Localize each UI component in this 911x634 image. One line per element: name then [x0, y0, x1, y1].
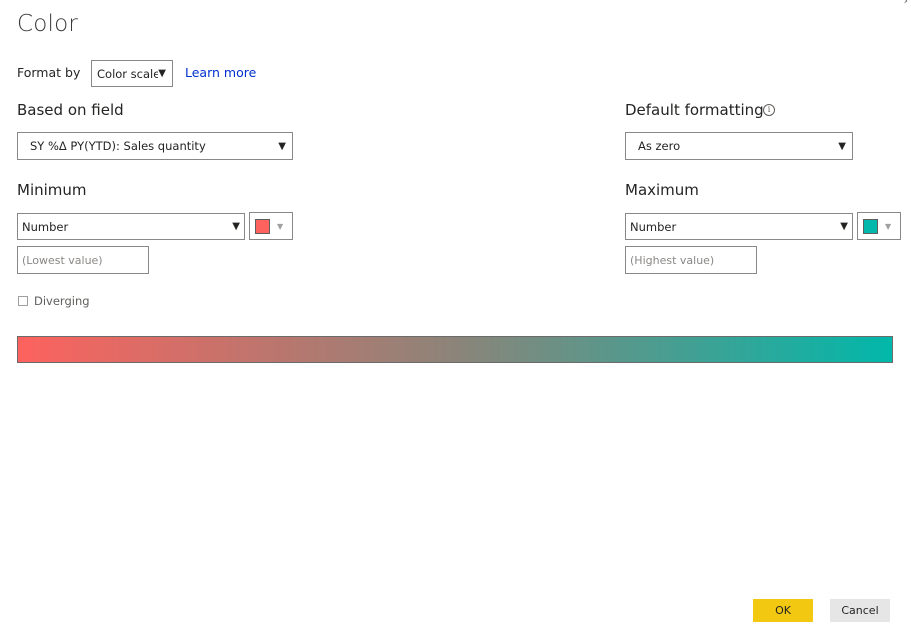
cancel-button[interactable]: Cancel	[830, 599, 890, 622]
chevron-down-icon: ▼	[885, 221, 892, 231]
dropdown-caret-icon: ▼	[158, 68, 166, 79]
dialog-title: Color	[17, 11, 79, 37]
chevron-right-icon[interactable]: ›	[904, 0, 908, 7]
color-scale-preview	[17, 336, 893, 363]
default-formatting-label: Default formatting	[625, 101, 764, 119]
maximum-type-value: Number	[630, 219, 677, 234]
based-on-field-value: SY %Δ PY(YTD): Sales quantity	[30, 139, 206, 153]
based-on-field-select[interactable]: SY %Δ PY(YTD): Sales quantity ▼	[17, 132, 293, 160]
chevron-down-icon: ▼	[277, 221, 284, 231]
maximum-color-picker[interactable]: ▼	[857, 212, 901, 240]
dropdown-caret-icon: ▼	[232, 221, 240, 232]
minimum-color-swatch	[255, 218, 270, 234]
info-icon[interactable]: i	[763, 104, 775, 116]
dropdown-caret-icon: ▼	[840, 221, 848, 232]
minimum-type-value: Number	[22, 219, 69, 234]
format-by-select[interactable]: Color scale ▼	[91, 60, 173, 87]
ok-button[interactable]: OK	[753, 599, 813, 622]
default-formatting-value: As zero	[638, 139, 681, 153]
default-formatting-select[interactable]: As zero ▼	[625, 132, 853, 160]
minimum-type-select[interactable]: Number ▼	[17, 213, 245, 240]
dropdown-caret-icon: ▼	[278, 140, 286, 152]
format-by-value: Color scale	[97, 66, 159, 81]
maximum-label: Maximum	[625, 181, 699, 199]
maximum-type-select[interactable]: Number ▼	[625, 213, 853, 240]
based-on-field-label: Based on field	[17, 101, 124, 119]
format-by-label: Format by	[17, 65, 81, 80]
maximum-value-input[interactable]: (Highest value)	[625, 246, 757, 274]
minimum-color-picker[interactable]: ▼	[249, 212, 293, 240]
maximum-color-swatch	[863, 218, 878, 234]
minimum-value-input[interactable]: (Lowest value)	[17, 246, 149, 274]
learn-more-link[interactable]: Learn more	[185, 65, 256, 80]
diverging-label: Diverging	[34, 294, 90, 308]
diverging-checkbox[interactable]	[18, 296, 28, 306]
dropdown-caret-icon: ▼	[838, 140, 846, 152]
minimum-label: Minimum	[17, 181, 87, 199]
